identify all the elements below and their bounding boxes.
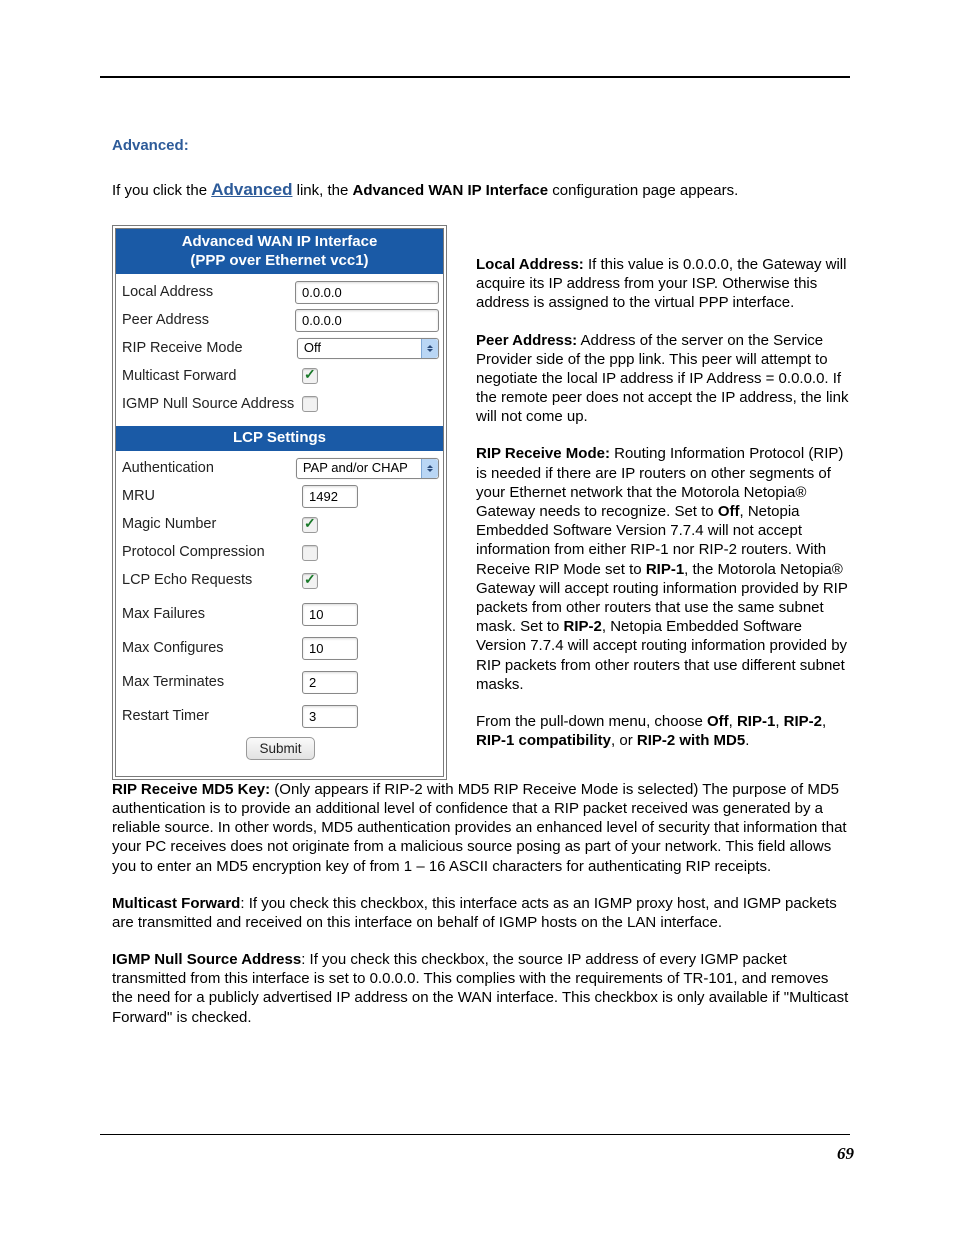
input-restart-timer[interactable] <box>302 705 358 728</box>
text: From the pull-down menu, choose <box>476 713 707 730</box>
select-value: Off <box>304 340 327 357</box>
text-bold: RIP-2 <box>564 618 602 635</box>
input-local-address[interactable] <box>295 281 439 304</box>
text: link, the <box>292 182 352 199</box>
label-magic-number: Magic Number <box>122 515 302 534</box>
panel-title-line1: Advanced WAN IP Interface <box>120 232 439 251</box>
intro-paragraph: If you click the Advanced link, the Adva… <box>112 179 852 201</box>
desc-label: Local Address: <box>476 256 584 273</box>
input-max-failures[interactable] <box>302 603 358 626</box>
label-restart-timer: Restart Timer <box>122 707 302 726</box>
desc-pulldown-options: From the pull-down menu, choose Off, RIP… <box>476 712 852 750</box>
input-peer-address[interactable] <box>295 309 439 332</box>
page-number: 69 <box>837 1144 854 1164</box>
panel-header: Advanced WAN IP Interface (PPP over Ethe… <box>116 229 443 274</box>
desc-label: IGMP Null Source Address <box>112 951 301 968</box>
label-local-address: Local Address <box>122 283 295 302</box>
input-mru[interactable] <box>302 485 358 508</box>
text: If you click the <box>112 182 211 199</box>
text-bold: RIP-1 <box>737 713 775 730</box>
label-peer-address: Peer Address <box>122 311 295 330</box>
label-mru: MRU <box>122 487 302 506</box>
desc-rip-receive-mode: RIP Receive Mode: Routing Information Pr… <box>476 444 852 693</box>
desc-multicast-forward: Multicast Forward: If you check this che… <box>112 894 852 932</box>
label-max-terminates: Max Terminates <box>122 673 302 692</box>
text: , <box>729 713 737 730</box>
desc-local-address: Local Address: If this value is 0.0.0.0,… <box>476 255 852 313</box>
desc-rip-md5-key: RIP Receive MD5 Key: (Only appears if RI… <box>112 780 852 876</box>
advanced-link[interactable]: Advanced <box>211 180 292 199</box>
desc-label: RIP Receive MD5 Key: <box>112 781 270 798</box>
checkbox-igmp-null[interactable] <box>302 396 318 412</box>
select-authentication[interactable]: PAP and/or CHAP <box>296 458 439 479</box>
input-max-configures[interactable] <box>302 637 358 660</box>
checkbox-magic-number[interactable] <box>302 517 318 533</box>
text-bold: RIP-1 compatibility <box>476 732 611 749</box>
lcp-header: LCP Settings <box>116 426 443 450</box>
label-lcp-echo: LCP Echo Requests <box>122 571 302 590</box>
label-rip-receive-mode: RIP Receive Mode <box>122 339 297 358</box>
panel-title-line2: (PPP over Ethernet vcc1) <box>120 251 439 270</box>
select-value: PAP and/or CHAP <box>303 460 414 477</box>
label-max-failures: Max Failures <box>122 605 302 624</box>
chevron-updown-icon <box>421 339 438 358</box>
checkbox-multicast-forward[interactable] <box>302 368 318 384</box>
label-max-configures: Max Configures <box>122 639 302 658</box>
desc-label: Peer Address: <box>476 332 577 349</box>
desc-peer-address: Peer Address: Address of the server on t… <box>476 331 852 427</box>
desc-igmp-null: IGMP Null Source Address: If you check t… <box>112 950 852 1027</box>
desc-label: Multicast Forward <box>112 895 240 912</box>
select-rip-receive-mode[interactable]: Off <box>297 338 439 359</box>
label-igmp-null: IGMP Null Source Address <box>122 395 302 414</box>
text: , or <box>611 732 637 749</box>
text-bold: RIP-2 with MD5 <box>637 732 745 749</box>
horizontal-rule-top <box>100 76 850 78</box>
checkbox-protocol-compression[interactable] <box>302 545 318 561</box>
text: , <box>822 713 826 730</box>
horizontal-rule-bottom <box>100 1134 850 1135</box>
text-bold: RIP-2 <box>784 713 822 730</box>
config-panel: Advanced WAN IP Interface (PPP over Ethe… <box>112 225 447 780</box>
description-column: Local Address: If this value is 0.0.0.0,… <box>476 225 852 780</box>
text-bold: Advanced WAN IP Interface <box>353 182 549 199</box>
submit-button[interactable]: Submit <box>246 737 314 760</box>
chevron-updown-icon <box>421 459 438 478</box>
text: . <box>745 732 749 749</box>
input-max-terminates[interactable] <box>302 671 358 694</box>
text: , <box>775 713 783 730</box>
label-multicast-forward: Multicast Forward <box>122 367 302 386</box>
text: configuration page appears. <box>548 182 738 199</box>
checkbox-lcp-echo[interactable] <box>302 573 318 589</box>
label-protocol-compression: Protocol Compression <box>122 543 302 562</box>
desc-label: RIP Receive Mode: <box>476 445 610 462</box>
page-content: Advanced: If you click the Advanced link… <box>112 136 852 1045</box>
text-bold: RIP-1 <box>646 561 684 578</box>
label-authentication: Authentication <box>122 459 296 478</box>
text-bold: Off <box>718 503 740 520</box>
text-bold: Off <box>707 713 729 730</box>
section-heading: Advanced: <box>112 136 852 155</box>
